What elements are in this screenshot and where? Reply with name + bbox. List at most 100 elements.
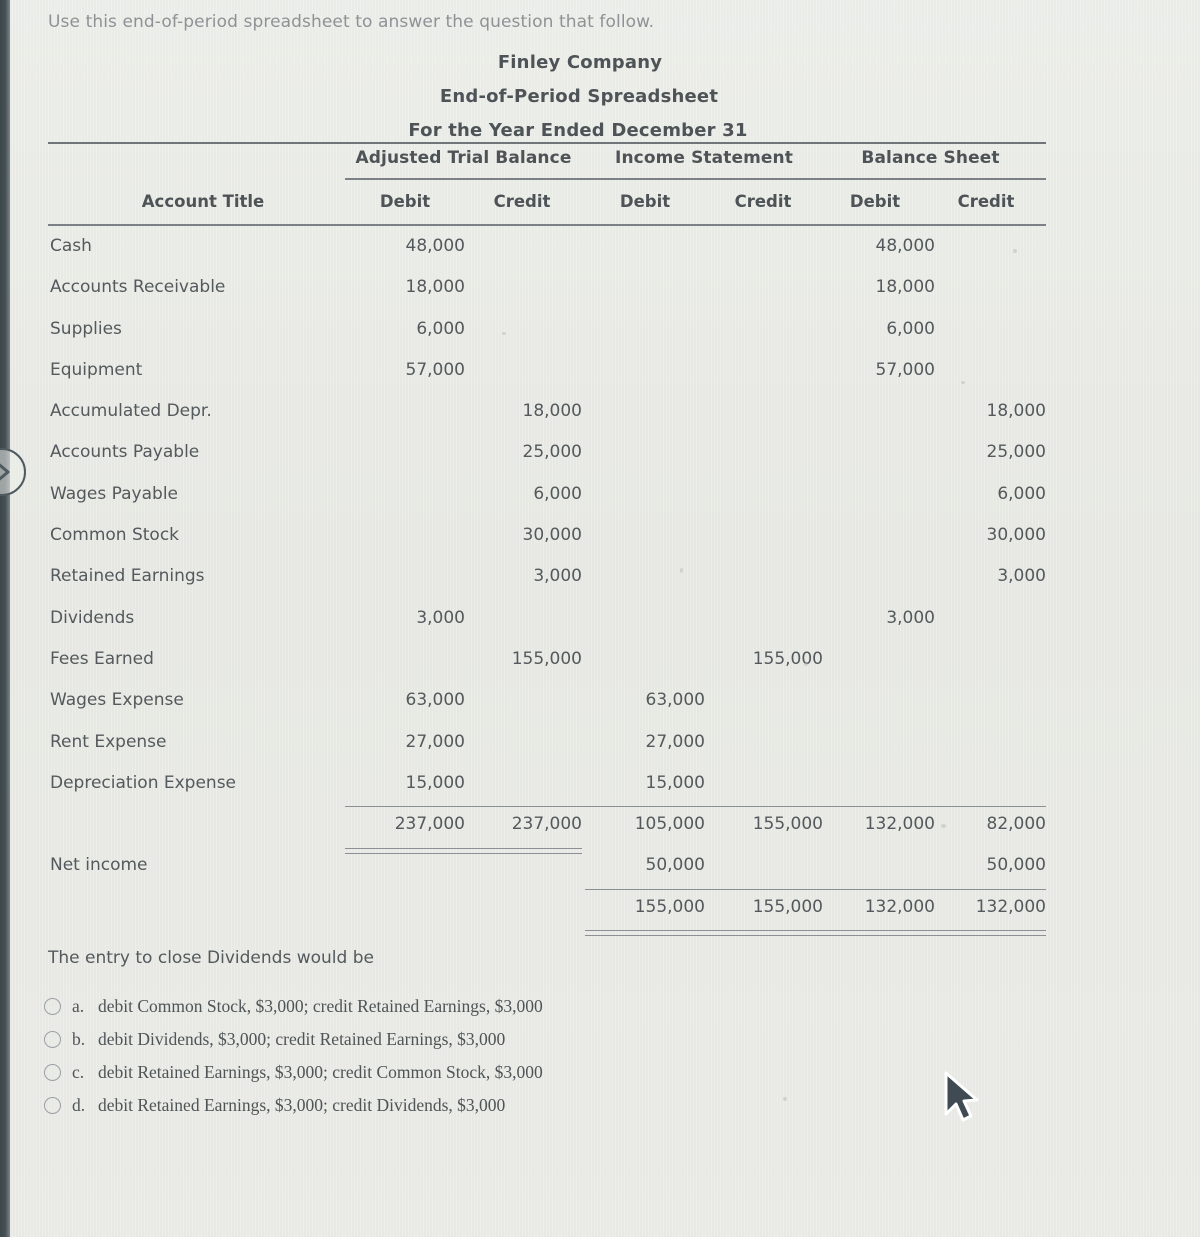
table-row: Dividends 3,000 3,000 <box>48 598 1046 639</box>
instruction-text: Use this end-of-period spreadsheet to an… <box>48 12 655 32</box>
account-title-cell: Rent Expense <box>50 731 167 752</box>
column-header-bs-debit: Debit <box>849 192 901 211</box>
account-title-cell: Supplies <box>50 318 122 339</box>
option-text: debit Dividends, $3,000; credit Retained… <box>98 1029 506 1049</box>
table-row: Accumulated Depr. 18,000 18,000 <box>48 391 1046 432</box>
atb-credit-cell: 3,000 <box>533 566 582 587</box>
column-header-atb-credit: Credit <box>493 192 551 211</box>
bs-credit-cell: 50,000 <box>986 855 1046 876</box>
is-debit-cell: 63,000 <box>645 690 705 711</box>
radio-button-icon[interactable] <box>44 1064 61 1081</box>
account-title-cell: Dividends <box>50 607 135 628</box>
atb-debit-cell: 6,000 <box>416 318 465 339</box>
atb-credit-cell: 25,000 <box>522 442 582 463</box>
bs-debit-cell: 6,000 <box>886 318 935 339</box>
bs-debit-cell: 3,000 <box>886 607 935 628</box>
chevron-right-icon <box>0 463 10 481</box>
account-title-cell: Fees Earned <box>50 648 154 669</box>
table-row: Wages Payable 6,000 6,000 <box>48 474 1046 515</box>
table-row: Common Stock 30,000 30,000 <box>48 515 1046 556</box>
page-speck <box>680 568 683 573</box>
question-prompt: The entry to close Dividends would be <box>48 948 374 968</box>
column-header-bs-credit: Credit <box>957 192 1015 211</box>
bs-debit-cell: 132,000 <box>864 814 935 835</box>
radio-button-icon[interactable] <box>44 998 61 1015</box>
radio-button-icon[interactable] <box>44 1097 61 1114</box>
subtotal-row: 237,000 237,000 105,000 155,000 132,000 82,00… <box>48 804 1046 845</box>
radio-button-icon[interactable] <box>44 1031 61 1048</box>
account-title-cell: Common Stock <box>50 525 180 546</box>
is-debit-cell: 15,000 <box>645 772 705 793</box>
page-speck <box>941 824 946 828</box>
group-header-income-statement: Income Statement <box>615 148 793 168</box>
table-row: Retained Earnings 3,000 3,000 <box>48 556 1046 597</box>
is-credit-cell: 155,000 <box>752 814 823 835</box>
report-title-block: Finley Company End-of-Period Spreadsheet… <box>0 54 1200 156</box>
bs-debit-cell: 48,000 <box>875 236 935 256</box>
bs-credit-cell: 3,000 <box>997 566 1046 587</box>
atb-debit-cell: 237,000 <box>394 814 465 835</box>
is-debit-cell: 105,000 <box>634 814 705 835</box>
atb-debit-cell: 3,000 <box>416 607 465 628</box>
page-speck <box>961 381 965 384</box>
group-header-balance-sheet: Balance Sheet <box>861 148 1000 168</box>
is-debit-cell: 50,000 <box>645 855 705 876</box>
answer-options: a. debit Common Stock, $3,000; credit Ret… <box>44 990 804 1122</box>
is-debit-cell: 27,000 <box>645 731 705 752</box>
account-title-cell: Accounts Receivable <box>50 277 226 298</box>
atb-debit-cell: 15,000 <box>405 772 465 793</box>
option-text: debit Common Stock, $3,000; credit Retai… <box>98 996 543 1016</box>
account-title-cell: Cash <box>50 236 92 256</box>
option-letter: b. <box>72 1029 86 1049</box>
company-name: Finley Company <box>497 52 663 73</box>
bs-credit-cell: 25,000 <box>986 442 1046 463</box>
bs-credit-cell: 132,000 <box>975 896 1046 917</box>
atb-debit-cell: 18,000 <box>405 277 465 298</box>
column-header-account-title: Account Title <box>141 192 265 211</box>
option-letter: a. <box>72 996 85 1016</box>
mouse-pointer-icon <box>940 1070 984 1132</box>
table-row: Cash 48,000 48,000 <box>48 226 1046 267</box>
account-title-cell: Accumulated Depr. <box>50 401 212 422</box>
bs-debit-cell: 57,000 <box>875 359 935 380</box>
table-row: Rent Expense 27,000 27,000 <box>48 722 1046 763</box>
table-row: Fees Earned 155,000 155,000 <box>48 639 1046 680</box>
spreadsheet: Adjusted Trial Balance Income Statement … <box>48 142 1046 937</box>
table-row: Accounts Receivable 18,000 18,000 <box>48 267 1046 308</box>
column-header-atb-debit: Debit <box>379 192 431 211</box>
answer-option-c[interactable]: c. debit Retained Earnings, $3,000; credi… <box>44 1056 804 1089</box>
group-header-row: Adjusted Trial Balance Income Statement … <box>48 144 1046 180</box>
account-title-cell: Net income <box>50 855 148 876</box>
answer-option-a[interactable]: a. debit Common Stock, $3,000; credit Ret… <box>44 990 804 1023</box>
column-header-is-credit: Credit <box>734 192 792 211</box>
atb-credit-cell: 155,000 <box>511 648 582 669</box>
atb-debit-cell: 57,000 <box>405 359 465 380</box>
atb-credit-cell: 237,000 <box>511 814 582 835</box>
page-speck <box>502 332 506 335</box>
bs-debit-cell: 132,000 <box>864 896 935 917</box>
period-label: For the Year Ended December 31 <box>408 120 748 141</box>
table-row: Supplies 6,000 6,000 <box>48 309 1046 350</box>
table-row: Depreciation Expense 15,000 15,000 <box>48 763 1046 804</box>
answer-option-d[interactable]: d. debit Retained Earnings, $3,000; credi… <box>44 1089 804 1122</box>
account-title-cell: Accounts Payable <box>50 442 200 463</box>
is-debit-cell: 155,000 <box>634 896 705 917</box>
atb-debit-cell: 48,000 <box>405 236 465 256</box>
atb-debit-cell: 63,000 <box>405 690 465 711</box>
atb-debit-cell: 27,000 <box>405 731 465 752</box>
account-title-cell: Retained Earnings <box>50 566 205 587</box>
option-letter: c. <box>72 1062 85 1082</box>
column-header-row: Account Title Debit Credit Debit Credit … <box>48 184 1046 222</box>
is-credit-cell: 155,000 <box>752 896 823 917</box>
atb-credit-cell: 30,000 <box>522 525 582 546</box>
total-row: 155,000 155,000 132,000 132,000 <box>48 887 1046 928</box>
option-text: debit Retained Earnings, $3,000; credit … <box>98 1095 506 1115</box>
total-double-underline <box>585 930 1046 937</box>
column-header-is-debit: Debit <box>619 192 671 211</box>
bs-credit-cell: 30,000 <box>986 525 1046 546</box>
answer-option-b[interactable]: b. debit Dividends, $3,000; credit Retain… <box>44 1023 804 1056</box>
account-title-cell: Wages Payable <box>50 483 179 504</box>
option-text: debit Retained Earnings, $3,000; credit … <box>98 1062 543 1082</box>
bs-credit-cell: 6,000 <box>997 483 1046 504</box>
page-speck <box>1013 249 1017 253</box>
